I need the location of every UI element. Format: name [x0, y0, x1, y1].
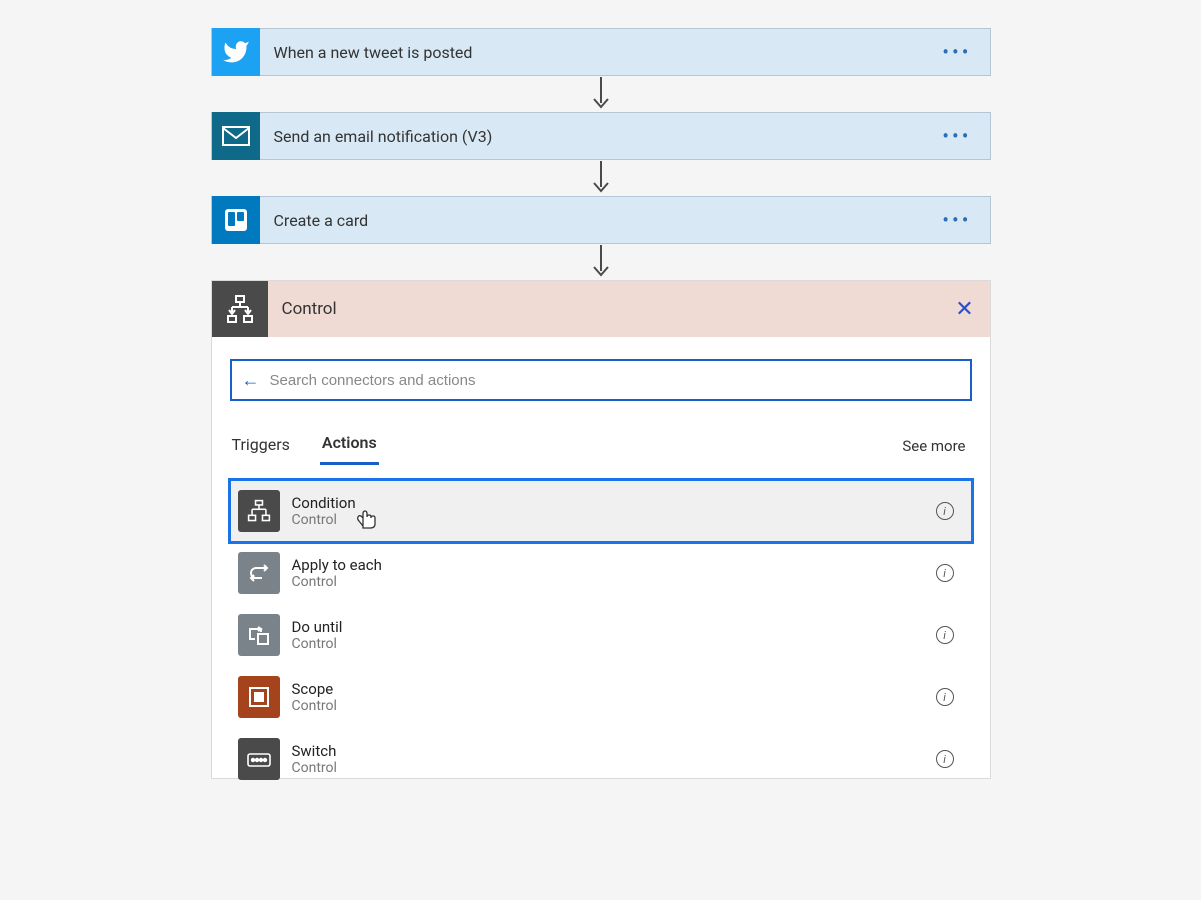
action-name: Scope: [292, 680, 936, 698]
close-icon[interactable]: ✕: [940, 297, 990, 322]
tab-actions[interactable]: Actions: [320, 427, 379, 465]
step-menu-button[interactable]: •••: [924, 213, 989, 227]
flow-step-title: Send an email notification (V3): [260, 127, 925, 146]
condition-icon: [238, 490, 280, 532]
search-bar[interactable]: ←: [230, 359, 972, 401]
info-icon[interactable]: i: [936, 750, 954, 768]
connector-arrow-icon: [591, 160, 611, 196]
action-sub: Control: [292, 760, 936, 777]
twitter-icon: [212, 28, 260, 76]
info-icon[interactable]: i: [936, 688, 954, 706]
info-icon[interactable]: i: [936, 626, 954, 644]
connector-arrow-icon: [591, 76, 611, 112]
action-name: Switch: [292, 742, 936, 760]
action-scope[interactable]: Scope Control i: [230, 666, 972, 728]
control-panel: Control ✕ ← Triggers Actions See more: [211, 280, 991, 779]
flow-step-twitter[interactable]: When a new tweet is posted •••: [211, 28, 991, 76]
action-condition[interactable]: Condition Control i: [230, 480, 972, 542]
panel-header: Control ✕: [212, 281, 990, 337]
flow-step-title: Create a card: [260, 211, 925, 230]
action-sub: Control: [292, 636, 936, 653]
scope-icon: [238, 676, 280, 718]
flow-step-trello[interactable]: Create a card •••: [211, 196, 991, 244]
connector-arrow-icon: [591, 244, 611, 280]
action-sub: Control: [292, 574, 936, 591]
see-more-link[interactable]: See more: [902, 437, 971, 455]
action-name: Apply to each: [292, 556, 936, 574]
trello-icon: [212, 196, 260, 244]
switch-icon: [238, 738, 280, 780]
info-icon[interactable]: i: [936, 502, 954, 520]
action-sub: Control: [292, 512, 936, 529]
action-name: Condition: [292, 494, 936, 512]
flow-step-email[interactable]: Send an email notification (V3) •••: [211, 112, 991, 160]
flow-step-title: When a new tweet is posted: [260, 43, 925, 62]
control-icon: [212, 281, 268, 337]
apply-to-each-icon: [238, 552, 280, 594]
do-until-icon: [238, 614, 280, 656]
tab-triggers[interactable]: Triggers: [230, 429, 292, 464]
step-menu-button[interactable]: •••: [924, 45, 989, 59]
action-apply-to-each[interactable]: Apply to each Control i: [230, 542, 972, 604]
action-switch[interactable]: Switch Control i: [230, 728, 972, 790]
step-menu-button[interactable]: •••: [924, 129, 989, 143]
action-sub: Control: [292, 698, 936, 715]
action-name: Do until: [292, 618, 936, 636]
action-do-until[interactable]: Do until Control i: [230, 604, 972, 666]
back-arrow-icon[interactable]: ←: [242, 370, 266, 391]
mail-icon: [212, 112, 260, 160]
panel-title: Control: [268, 299, 940, 319]
info-icon[interactable]: i: [936, 564, 954, 582]
search-input[interactable]: [266, 372, 960, 389]
